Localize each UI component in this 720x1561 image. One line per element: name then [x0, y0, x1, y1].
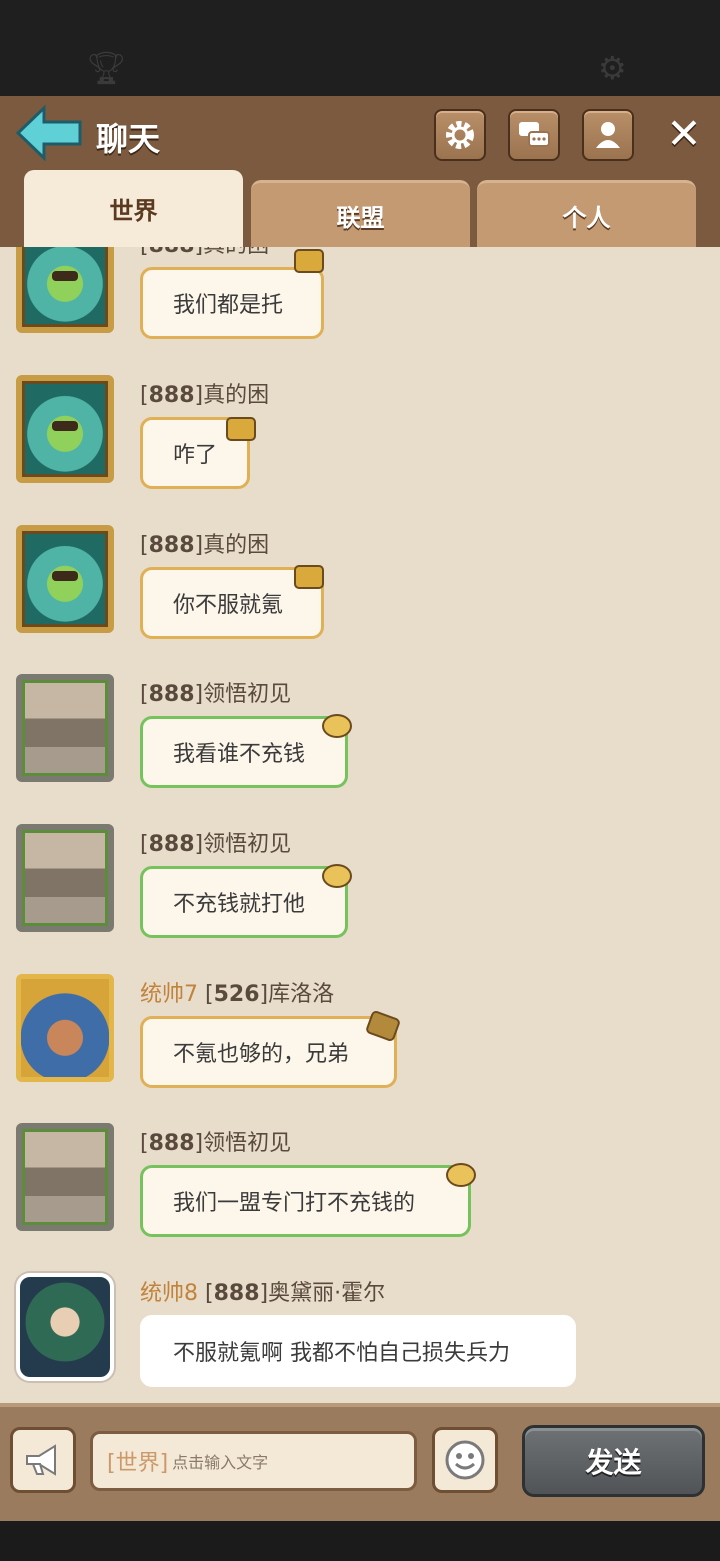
- frog-avatar[interactable]: [16, 525, 114, 633]
- send-button[interactable]: 发送: [522, 1425, 705, 1497]
- message-text: 我看谁不充钱: [173, 742, 306, 767]
- message-text: 不氪也够的，兄弟: [173, 1042, 350, 1067]
- trophy-icon: 🏆︎: [86, 49, 127, 87]
- lady-avatar[interactable]: [16, 1273, 114, 1381]
- message-bubble[interactable]: 不充钱就打他: [140, 866, 348, 938]
- hero-avatar[interactable]: [16, 974, 114, 1082]
- close-button[interactable]: ✕: [662, 112, 706, 156]
- input-placeholder: 点击输入文字: [172, 1453, 269, 1472]
- tab-alliance[interactable]: 联盟: [251, 180, 470, 247]
- tab-personal[interactable]: 个人: [477, 180, 696, 247]
- message-input[interactable]: [世界] 点击输入文字: [90, 1431, 417, 1491]
- landscape-avatar[interactable]: [16, 824, 114, 932]
- chat-message: [888]领悟初见 不充钱就打他: [0, 824, 720, 974]
- sender-name: [888]领悟初见: [140, 1131, 292, 1156]
- gear-icon: [446, 121, 474, 149]
- emoji-button[interactable]: [432, 1427, 498, 1493]
- chat-message: 统帅8 [888]奥黛丽·霍尔 不服就氪啊 我都不怕自己损失兵力: [0, 1273, 720, 1403]
- smiley-icon: [445, 1440, 485, 1480]
- broadcast-button[interactable]: [10, 1427, 76, 1493]
- page-title: 聊天: [96, 120, 161, 158]
- settings-button[interactable]: [434, 109, 486, 161]
- chat-message: 统帅7 [526]库洛洛 不氪也够的，兄弟: [0, 974, 720, 1124]
- person-icon: [596, 122, 620, 148]
- status-bar: 🏆︎ ⚙: [0, 0, 720, 96]
- profile-button[interactable]: [582, 109, 634, 161]
- megaphone-icon: [26, 1444, 56, 1476]
- message-bubble[interactable]: 不氪也够的，兄弟: [140, 1016, 397, 1088]
- message-bubble[interactable]: 我看谁不充钱: [140, 716, 348, 788]
- chat-message: [888]领悟初见 我们一盟专门打不充钱的: [0, 1123, 720, 1273]
- bubble-decoration-icon: [226, 417, 256, 441]
- message-text: 咋了: [173, 443, 218, 468]
- straw-hat-icon: [322, 864, 352, 888]
- chat-message: [888]领悟初见 我看谁不充钱: [0, 674, 720, 824]
- sender-name: [888]真的困: [140, 533, 270, 558]
- tab-world[interactable]: 世界: [24, 170, 243, 247]
- message-text: 不服就氪啊 我都不怕自己损失兵力: [173, 1341, 510, 1366]
- chat-message-list[interactable]: [888]真的困 我们都是托 [888]真的困 咋了 [888]真的困 你不服就…: [0, 247, 720, 1403]
- message-bubble[interactable]: 我们都是托: [140, 267, 324, 339]
- landscape-avatar[interactable]: [16, 674, 114, 782]
- frog-avatar[interactable]: [16, 375, 114, 483]
- message-text: 我们一盟专门打不充钱的: [173, 1191, 416, 1216]
- back-arrow-icon: [15, 104, 82, 162]
- navigation-bar: [0, 1521, 720, 1561]
- message-bubble[interactable]: 不服就氪啊 我都不怕自己损失兵力: [140, 1315, 576, 1387]
- sender-name: [888]真的困: [140, 383, 270, 408]
- landscape-avatar[interactable]: [16, 1123, 114, 1231]
- sender-name: [888]领悟初见: [140, 682, 292, 707]
- message-text: 不充钱就打他: [173, 892, 306, 917]
- bubble-decoration-icon: [294, 249, 324, 273]
- chat-message: [888]真的困 我们都是托: [0, 247, 720, 375]
- sender-name: 统帅7 [526]库洛洛: [140, 982, 335, 1007]
- chat-message: [888]真的困 你不服就氪: [0, 525, 720, 675]
- message-text: 我们都是托: [173, 293, 284, 318]
- chat-bubbles-icon: [519, 122, 550, 147]
- message-bubble[interactable]: 我们一盟专门打不充钱的: [140, 1165, 471, 1237]
- frog-avatar[interactable]: [16, 247, 114, 333]
- channel-label: [世界]: [107, 1451, 169, 1476]
- back-button[interactable]: [14, 104, 84, 162]
- chat-button[interactable]: [508, 109, 560, 161]
- sender-name: 统帅8 [888]奥黛丽·霍尔: [140, 1281, 386, 1306]
- bubble-decoration-icon: [294, 565, 324, 589]
- straw-hat-icon: [446, 1163, 476, 1187]
- straw-hat-icon: [322, 714, 352, 738]
- message-text: 你不服就氪: [173, 593, 284, 618]
- sender-name: [888]真的困: [140, 247, 269, 259]
- sender-name: [888]领悟初见: [140, 832, 292, 857]
- gear-icon: ⚙: [598, 49, 627, 87]
- chat-message: [888]真的困 咋了: [0, 375, 720, 525]
